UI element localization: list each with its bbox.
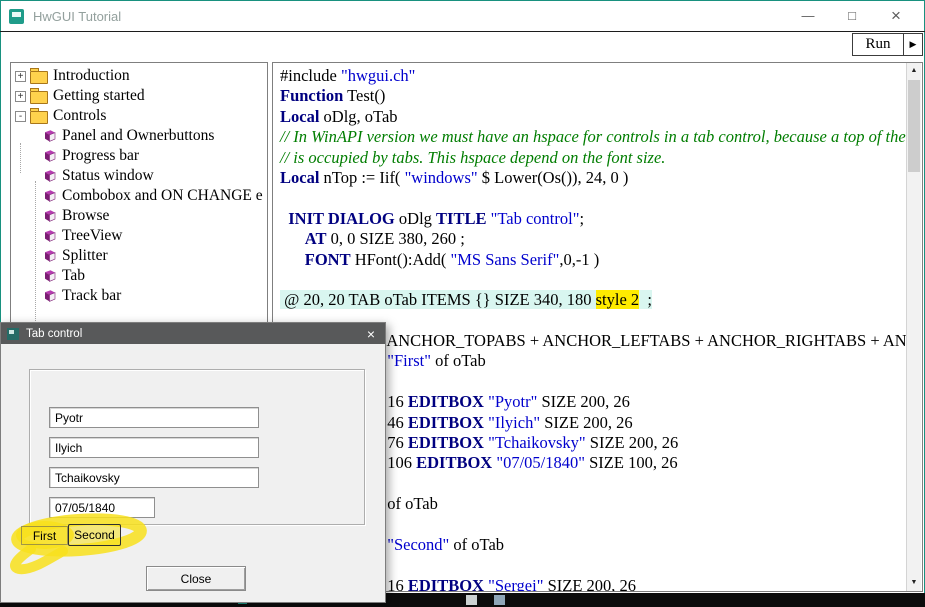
tree-item-label: Track bar — [62, 287, 121, 305]
title-bar[interactable]: HwGUI Tutorial — □ × — [1, 1, 924, 31]
dialog-icon — [7, 328, 19, 340]
code-line: // is occupied by tabs. This hspace depe… — [280, 148, 906, 168]
close-icon[interactable]: × — [874, 2, 918, 30]
book-icon — [43, 209, 57, 223]
app-window: HwGUI Tutorial — □ × Run ▶ + Introduction… — [0, 0, 925, 607]
tree-expander[interactable]: + — [15, 71, 26, 82]
titlebar-separator — [0, 31, 925, 32]
tree-item-label: Progress bar — [62, 147, 139, 165]
code-line: #include "hwgui.ch" — [280, 66, 906, 86]
minimize-icon[interactable]: — — [786, 2, 830, 30]
code-line: AT 0, 0 SIZE 380, 260 ; — [280, 229, 906, 249]
tree-item[interactable]: + Getting started — [11, 86, 267, 106]
tree-item-label: Combobox and ON CHANGE e — [62, 187, 263, 205]
tree-item-label: Getting started — [53, 87, 145, 105]
maximize-icon[interactable]: □ — [830, 2, 874, 30]
tree-item[interactable]: Progress bar — [11, 146, 267, 166]
code-line — [280, 188, 906, 208]
tab-second[interactable]: Second — [68, 524, 121, 546]
dialog-close-icon[interactable]: × — [367, 324, 375, 344]
tree-item[interactable]: Panel and Ownerbuttons — [11, 126, 267, 146]
code-line — [280, 270, 906, 290]
run-button[interactable]: Run ▶ — [852, 33, 923, 56]
tree-item[interactable]: Track bar — [11, 286, 267, 306]
tab-control-dialog: Tab control × First Second Close — [0, 322, 386, 603]
window-controls: — □ × — [786, 2, 918, 30]
book-icon — [43, 289, 57, 303]
book-icon — [43, 189, 57, 203]
scroll-up-icon[interactable]: ▲ — [907, 63, 921, 79]
code-line: INIT DIALOG oDlg TITLE "Tab control"; — [280, 209, 906, 229]
app-icon — [9, 9, 24, 24]
edit-field-2[interactable] — [49, 437, 259, 458]
tab-first[interactable]: First — [21, 526, 68, 545]
scroll-down-icon[interactable]: ▼ — [907, 575, 921, 591]
book-icon — [43, 249, 57, 263]
book-icon — [43, 169, 57, 183]
tree-item[interactable]: Browse — [11, 206, 267, 226]
book-icon — [43, 269, 57, 283]
tree-item-label: Browse — [62, 207, 109, 225]
tree-expander[interactable]: + — [15, 91, 26, 102]
tree-item-label: Introduction — [53, 67, 130, 85]
code-line: Local nTop := Iif( "windows" $ Lower(Os(… — [280, 168, 906, 188]
tree-expander[interactable]: - — [15, 111, 26, 122]
tree-item[interactable]: TreeView — [11, 226, 267, 246]
edit-field-1[interactable] — [49, 407, 259, 428]
vertical-scrollbar[interactable]: ▲ ▼ — [906, 63, 921, 591]
tree-item-label: Splitter — [62, 247, 108, 265]
tree-item-label: Panel and Ownerbuttons — [62, 127, 214, 145]
folder-icon — [30, 91, 48, 104]
tree-item-label: TreeView — [62, 227, 123, 245]
code-line: // In WinAPI version we must have an hsp… — [280, 127, 906, 147]
tree-item-label: Tab — [62, 267, 85, 285]
book-icon — [43, 149, 57, 163]
code-line: @ 20, 20 TAB oTab ITEMS {} SIZE 340, 180… — [280, 290, 906, 310]
tree-item[interactable]: Status window — [11, 166, 267, 186]
tree-item[interactable]: Tab — [11, 266, 267, 286]
code-line: FONT HFont():Add( "MS Sans Serif",0,-1 ) — [280, 250, 906, 270]
dialog-title: Tab control — [26, 328, 82, 340]
folder-icon — [30, 111, 48, 124]
tree-item[interactable]: + Introduction — [11, 66, 267, 86]
tree-item[interactable]: - Controls — [11, 106, 267, 126]
code-line: Function Test() — [280, 86, 906, 106]
run-arrow-icon[interactable]: ▶ — [904, 34, 922, 55]
dialog-titlebar[interactable]: Tab control × — [1, 323, 385, 344]
run-button-label: Run — [853, 34, 903, 55]
taskbar-icon[interactable] — [494, 595, 505, 605]
window-title: HwGUI Tutorial — [33, 9, 121, 24]
tree-item-label: Status window — [62, 167, 154, 185]
taskbar-icon[interactable] — [466, 595, 477, 605]
tree-item[interactable]: Combobox and ON CHANGE e — [11, 186, 267, 206]
code-line: Local oDlg, oTab — [280, 107, 906, 127]
book-icon — [43, 129, 57, 143]
edit-field-3[interactable] — [49, 467, 259, 488]
tree-item-label: Controls — [53, 107, 106, 125]
folder-icon — [30, 71, 48, 84]
tree-item[interactable]: Splitter — [11, 246, 267, 266]
scrollbar-thumb[interactable] — [908, 80, 920, 172]
book-icon — [43, 229, 57, 243]
